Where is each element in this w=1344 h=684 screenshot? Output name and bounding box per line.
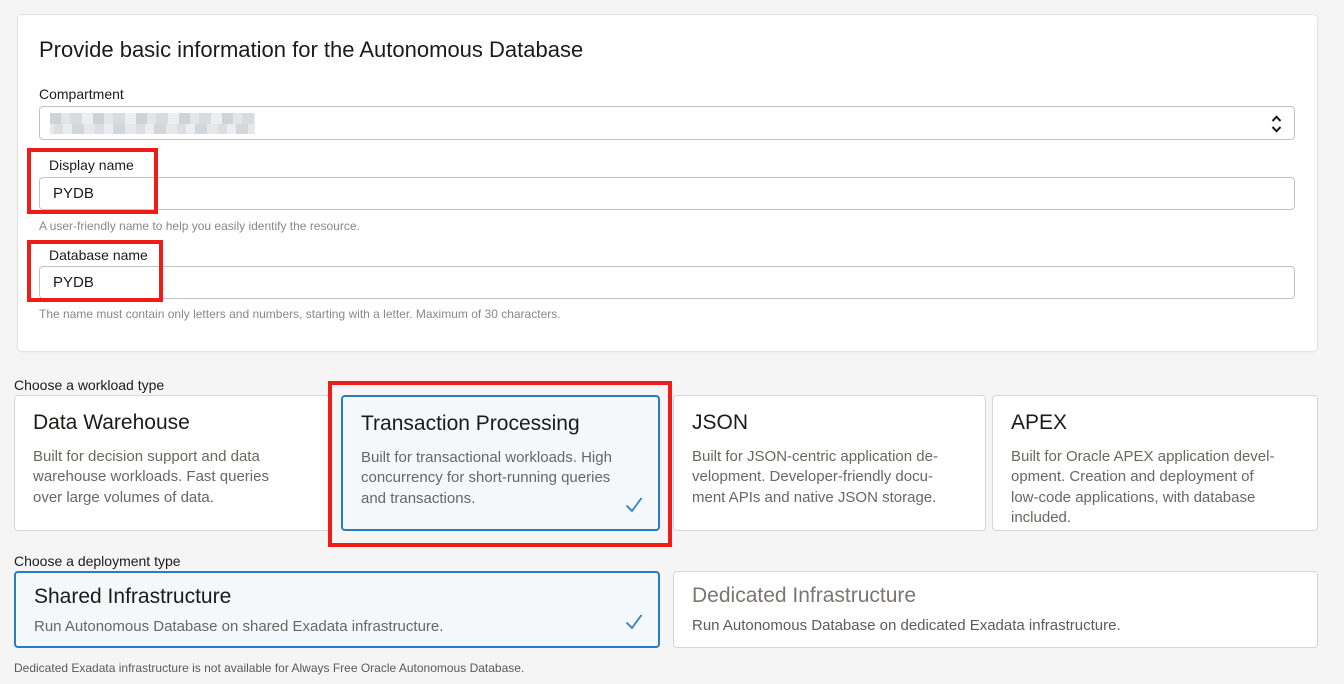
- workload-card-data-warehouse[interactable]: Data Warehouse Built for decision suppor…: [14, 395, 331, 531]
- basic-info-panel: Provide basic information for the Autono…: [17, 14, 1318, 352]
- display-name-helper: A user-friendly name to help you easily …: [39, 219, 360, 233]
- card-description: Run Autonomous Database on shared Exadat…: [34, 617, 640, 637]
- selected-check-icon: [622, 609, 646, 638]
- page-title: Provide basic information for the Autono…: [39, 37, 583, 63]
- card-title: APEX: [1011, 411, 1299, 435]
- workload-card-json[interactable]: JSON Built for JSON-centric application …: [673, 395, 986, 531]
- deployment-card-shared-infrastructure[interactable]: Shared Infrastructure Run Autonomous Dat…: [14, 571, 660, 648]
- card-title: Transaction Processing: [361, 412, 640, 436]
- database-name-label: Database name: [49, 247, 148, 263]
- card-description: Built for transactional workloads. High …: [361, 448, 640, 509]
- deployment-card-dedicated-infrastructure[interactable]: Dedicated Infrastructure Run Autonomous …: [673, 571, 1318, 648]
- card-title: JSON: [692, 411, 967, 435]
- workload-type-label: Choose a workload type: [14, 377, 164, 393]
- workload-card-apex[interactable]: APEX Built for Oracle APEX application d…: [992, 395, 1318, 531]
- card-description: Built for decision support and data ware…: [33, 447, 312, 508]
- display-name-input[interactable]: [39, 177, 1295, 210]
- workload-card-transaction-processing[interactable]: Transaction Processing Built for transac…: [341, 395, 660, 531]
- database-name-input[interactable]: [39, 266, 1295, 299]
- database-name-helper: The name must contain only letters and n…: [39, 307, 561, 321]
- deployment-type-label: Choose a deployment type: [14, 553, 181, 569]
- card-title: Dedicated Infrastructure: [692, 584, 1299, 608]
- card-description: Run Autonomous Database on dedicated Exa…: [692, 616, 1299, 636]
- card-description: Built for JSON-centric application de- v…: [692, 447, 967, 508]
- display-name-label: Display name: [49, 157, 134, 173]
- deployment-note: Dedicated Exadata infrastructure is not …: [14, 661, 524, 675]
- compartment-label: Compartment: [39, 86, 124, 102]
- compartment-value-redacted: [50, 113, 255, 134]
- chevron-updown-icon: [1270, 114, 1283, 139]
- card-title: Data Warehouse: [33, 411, 312, 435]
- compartment-select[interactable]: [39, 106, 1295, 140]
- selected-check-icon: [622, 492, 646, 521]
- card-description: Built for Oracle APEX application devel-…: [1011, 447, 1299, 528]
- card-title: Shared Infrastructure: [34, 585, 640, 609]
